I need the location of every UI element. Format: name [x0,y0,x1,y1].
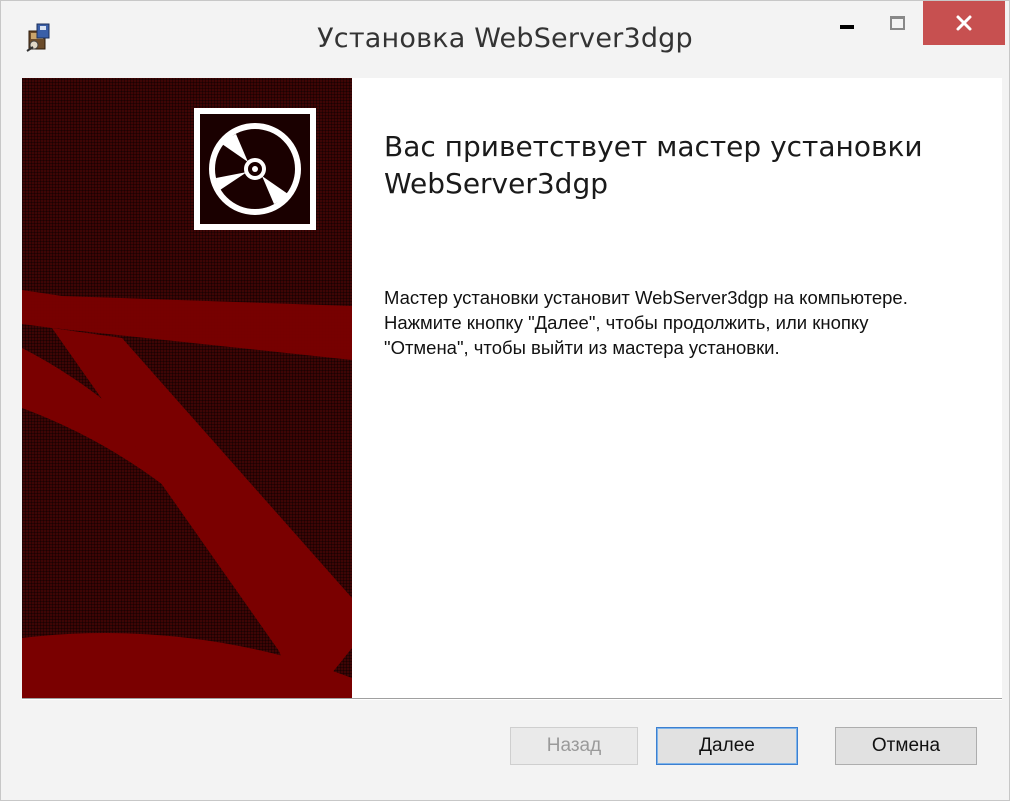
cancel-button[interactable]: Отмена [835,727,977,765]
maximize-button[interactable] [873,1,921,45]
maximize-icon [889,16,905,30]
close-icon [956,15,972,31]
minimize-button[interactable] [823,1,871,45]
next-button[interactable]: Далее [656,727,798,765]
wizard-banner [22,78,352,698]
close-button[interactable] [923,1,1005,45]
footer-divider-highlight [22,699,1002,700]
welcome-description: Мастер установки установит WebServer3dgp… [384,287,908,358]
welcome-heading: Вас приветствует мастер установки WebSer… [384,130,923,200]
title-bar[interactable]: Установка WebServer3dgp [1,1,1009,79]
disc-icon [209,123,301,215]
minimize-icon [840,25,854,29]
disc-icon-box [194,108,316,230]
back-button[interactable]: Назад [510,727,638,765]
wizard-content: Вас приветствует мастер установки WebSer… [22,78,1002,698]
installer-window: Установка WebServer3dgp Вас приветствует… [0,0,1010,801]
